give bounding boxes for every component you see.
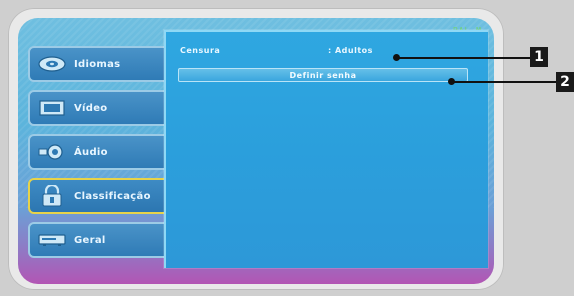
sidebar-item-audio[interactable]: Áudio — [28, 134, 178, 170]
sidebar-item-label: Idiomas — [74, 58, 121, 70]
lock-icon — [36, 185, 68, 207]
disc-language-icon — [36, 53, 68, 75]
sidebar-item-geral[interactable]: Geral — [28, 222, 178, 258]
sidebar-item-idiomas[interactable]: Idiomas — [28, 46, 178, 82]
censura-row[interactable]: Censura : Adultos — [180, 46, 400, 58]
speaker-icon — [36, 141, 68, 163]
sidebar-item-video[interactable]: Vídeo — [28, 90, 178, 126]
callout-2-badge: 2 — [556, 72, 574, 92]
callout-1-leader-line — [397, 57, 530, 59]
sidebar-item-label: Geral — [74, 234, 106, 246]
sidebar-item-label: Vídeo — [74, 102, 108, 114]
censura-value: : Adultos — [328, 46, 373, 55]
callout-2-leader-line — [452, 81, 560, 83]
set-password-label: Definir senha — [289, 70, 357, 80]
dvd-player-icon — [36, 229, 68, 251]
callout-1-number: 1 — [534, 49, 544, 65]
sidebar-item-label: Áudio — [74, 146, 108, 158]
monitor-icon — [36, 97, 68, 119]
censura-label: Censura — [180, 46, 221, 55]
classificacao-panel: Censura : Adultos Definir senha — [164, 30, 488, 268]
sidebar-item-label: Classificação — [74, 190, 151, 202]
sidebar-item-classificacao[interactable]: Classificação — [28, 178, 178, 214]
callout-1-badge: 1 — [530, 47, 548, 67]
callout-2-number: 2 — [560, 74, 570, 90]
set-password-button[interactable]: Definir senha — [178, 68, 468, 82]
